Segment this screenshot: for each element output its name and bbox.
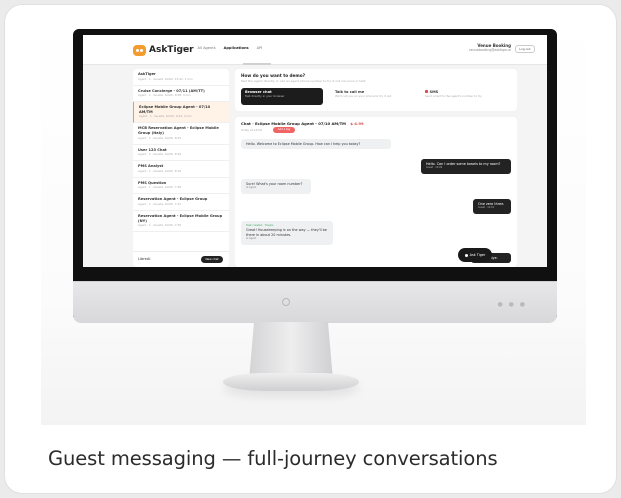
list-item[interactable]: PMS Question Agent · 1 · Guests, Smith, …	[133, 178, 229, 195]
message-outgoing: One zero three. Guest · 14:10	[473, 199, 511, 214]
message-text: Hello. Can I order some towels to my roo…	[426, 162, 501, 166]
conversation-sidebar: AskTiger Agent · 1 · Guests, Smith, 13:4…	[133, 69, 229, 267]
message-time: Guest · 14:09	[426, 166, 443, 170]
message-time: Guest · 14:10	[478, 206, 495, 210]
conversation-title: Reservation Agent - Eclipse Mobile Group…	[138, 213, 223, 223]
tiger-logo-icon	[133, 44, 146, 56]
monitor-chin: ● ● ●	[73, 281, 557, 323]
option-sms[interactable]: SMS Send a text to the agent's number to…	[421, 88, 503, 105]
message-text: Great! Housekeeping is on the way — they…	[246, 228, 327, 237]
conversation-meta: Agent · 1 · Guests, Smith, 8:45	[138, 135, 182, 140]
list-item[interactable]: PMS Analyst Agent · 1 · Guests, Smith, 8…	[133, 161, 229, 178]
conversation-meta: Agent · 1 · Guests, Smith, 9:58, 3 min	[138, 93, 191, 98]
monitor-stand-neck	[249, 322, 333, 380]
card-caption: Guest messaging — full-journey conversat…	[48, 447, 498, 470]
conversation-meta: Agent · 1 · Guests, Smith, 9:24, 4 min	[139, 114, 192, 119]
nav-item-applications[interactable]: Applications	[224, 46, 249, 50]
message-time: AI Agent	[246, 237, 257, 241]
message-text: Sure! What's your room number?	[246, 182, 303, 186]
sidebar-footer-label: LibreAI	[138, 257, 151, 261]
tag-button[interactable]: Add a tag	[273, 127, 295, 133]
message-text: Hello. Welcome to Eclipse Mobile Group. …	[246, 142, 361, 146]
message-incoming: Sure! What's your room number? AI Agent	[241, 179, 311, 194]
message-time: AI Agent	[246, 186, 257, 190]
user-info: Venue Booking venuebooking@asktiger.ai	[469, 43, 511, 52]
chat-panel: Chat · Eclipse Mobile Group Agent - 07/1…	[235, 117, 517, 267]
message-incoming: Hello. Welcome to Eclipse Mobile Group. …	[241, 139, 391, 150]
option-desc: We'll call you on your phone to try it o…	[335, 94, 392, 98]
nav-item-api[interactable]: API	[257, 46, 263, 50]
option-browser-chat[interactable]: Browser chat Test directly in your brows…	[241, 88, 323, 105]
top-navigation: AskTiger Admin All Agents Applications A…	[83, 35, 547, 65]
demo-mode-panel: How do you want to demo? Test the Agent …	[235, 69, 517, 111]
active-tab-indicator	[243, 63, 271, 65]
message-outgoing: Hello. Can I order some towels to my roo…	[421, 159, 511, 174]
option-call-me[interactable]: Talk to call me We'll call you on your p…	[331, 88, 413, 105]
feature-card: AskTiger Admin All Agents Applications A…	[4, 4, 617, 494]
nav-item-all-agents[interactable]: All Agents	[197, 46, 215, 50]
chat-timestamp: Today at 14:08	[241, 128, 262, 132]
chat-price: $ 4.99	[350, 121, 364, 126]
nav-items: Admin All Agents Applications API	[178, 46, 262, 50]
conversation-meta: Agent · 1 · Guests, Smith, 7:30	[138, 223, 182, 228]
monitor-screen: AskTiger Admin All Agents Applications A…	[83, 35, 547, 267]
chat-title: Chat · Eclipse Mobile Group Agent - 07/1…	[241, 121, 346, 126]
conversation-meta: Agent · 1 · Guests, Smith, 7:41	[138, 201, 182, 206]
list-item[interactable]: User 123 Chat Agent · 1 · Guests, Smith,…	[133, 145, 229, 162]
list-item[interactable]: Cruise Concierge - 07/11 (AM/TT) Agent ·…	[133, 86, 229, 103]
list-item[interactable]: MCB Reservation Agent - Eclipse Mobile G…	[133, 123, 229, 145]
list-item[interactable]: AskTiger Agent · 1 · Guests, Smith, 13:4…	[133, 69, 229, 86]
list-item[interactable]: Reservation Agent - Eclipse Group Agent …	[133, 194, 229, 211]
conversation-title: Eclipse Mobile Group Agent - 07/10 AM/TM	[139, 105, 211, 114]
logout-button[interactable]: Log out	[515, 45, 535, 53]
demo-mode-subtitle: Test the Agent directly or call an agent…	[241, 79, 367, 83]
monitor-stand-base	[223, 373, 359, 391]
message-incoming: Task created · Towels Great! Housekeepin…	[241, 221, 333, 245]
conversation-meta: Agent · 1 · Guests, Smith, 8:20	[138, 152, 182, 157]
list-item-selected[interactable]: Eclipse Mobile Group Agent - 07/10 AM/TM…	[133, 102, 229, 124]
conversation-meta: Agent · 1 · Guests, Smith, 13:41, 1 min	[138, 76, 193, 81]
option-desc: Test directly in your browser	[245, 94, 285, 98]
message-text: One zero three.	[478, 202, 505, 206]
user-email: venuebooking@asktiger.ai	[468, 48, 511, 52]
apple-logo-icon	[282, 298, 290, 306]
chin-dots-icon: ● ● ●	[497, 301, 527, 308]
demo-mode-title: How do you want to demo?	[241, 73, 306, 78]
conversation-meta: Agent · 1 · Guests, Smith, 7:58	[138, 185, 182, 190]
conversation-meta: Agent · 1 · Guests, Smith, 8:10	[138, 168, 182, 173]
conversation-title: MCB Reservation Agent - Eclipse Mobile G…	[138, 126, 219, 135]
chat-header: Chat · Eclipse Mobile Group Agent - 07/1…	[241, 121, 364, 126]
sidebar-footer: LibreAI New chat	[133, 251, 229, 267]
list-item[interactable]: Reservation Agent - Eclipse Mobile Group…	[133, 211, 229, 233]
option-desc: Send a text to the agent's number to try	[425, 94, 482, 98]
new-chat-button[interactable]: New chat	[201, 256, 223, 263]
ask-tiger-chat-button[interactable]: Ask Tiger	[458, 248, 492, 262]
nav-item-admin[interactable]: Admin	[178, 46, 189, 50]
